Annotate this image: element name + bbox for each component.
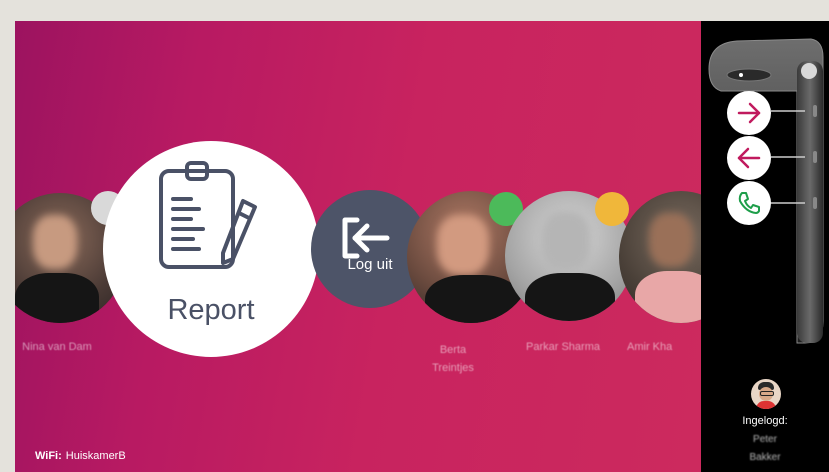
phone-icon bbox=[738, 192, 760, 214]
logged-in-avatar bbox=[751, 379, 781, 409]
logged-in-user: Peter Bakker bbox=[749, 434, 781, 463]
next-button[interactable] bbox=[727, 91, 771, 135]
device-side-panel: Ingelogd: Peter Bakker bbox=[701, 21, 829, 472]
contact-name-berta: Berta Treintjes bbox=[432, 344, 474, 374]
contact-name-amir: Amir Kha bbox=[627, 341, 673, 353]
logged-in-label: Ingelogd: bbox=[742, 415, 788, 427]
contact-name-nina: Nina van Dam bbox=[22, 341, 92, 353]
main-screen: Nina van Dam Report Log uit Berta Treint… bbox=[15, 21, 701, 472]
call-button[interactable] bbox=[727, 181, 771, 225]
report-button[interactable]: Report bbox=[103, 141, 319, 357]
report-label: Report bbox=[167, 294, 255, 326]
wifi-network: HuiskamerB bbox=[65, 450, 126, 462]
previous-button[interactable] bbox=[727, 136, 771, 180]
arrow-left-icon bbox=[737, 147, 761, 169]
wifi-label: WiFi: bbox=[35, 450, 62, 462]
wifi-status: WiFi: HuiskamerB bbox=[35, 450, 126, 462]
contact-avatar-amir[interactable] bbox=[619, 191, 701, 323]
arrow-right-icon bbox=[737, 102, 761, 124]
contact-name-parkar: Parkar Sharma bbox=[526, 341, 600, 353]
status-dot-parkar bbox=[595, 192, 629, 226]
